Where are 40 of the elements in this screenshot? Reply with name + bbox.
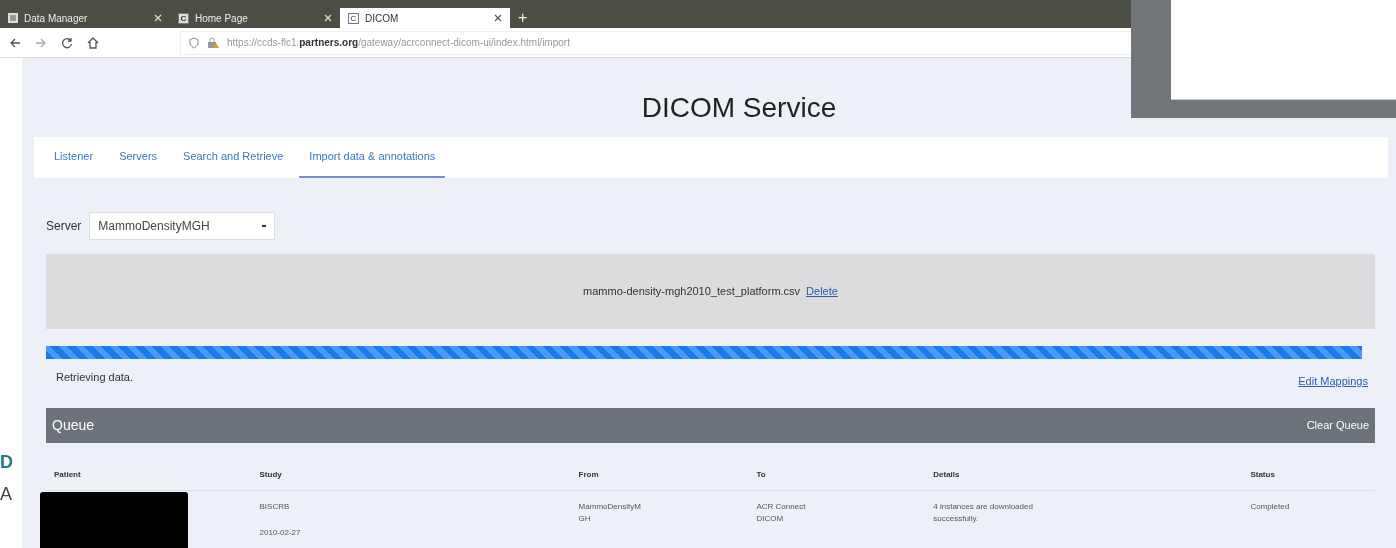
edit-mappings-link[interactable]: Edit Mappings	[1298, 373, 1368, 390]
table-cell-text: BISCRB	[259, 500, 291, 513]
column-header: Study	[259, 469, 283, 481]
browser-tab[interactable]: C Home Page	[170, 8, 340, 28]
server-label: Server	[46, 218, 82, 235]
reload-icon[interactable]	[60, 35, 74, 50]
queue-title: Queue	[52, 415, 95, 435]
table-cell-text: MammoDensityM GH	[578, 500, 642, 525]
server-select[interactable]: MammoDensityMGH	[89, 212, 276, 240]
column-header: From	[578, 469, 600, 481]
clear-queue-button[interactable]: Clear Queue	[1306, 416, 1369, 434]
file-name: mammo-density-mgh2010_test_platform.csv	[583, 284, 801, 300]
favicon-letter: C	[178, 12, 189, 24]
table-cell-text: ACR Connect DICOM	[756, 500, 807, 525]
home-icon[interactable]	[86, 35, 100, 50]
shield-icon	[189, 36, 199, 49]
cut-text: A	[0, 484, 13, 504]
browser-tab[interactable]: Data Manager	[0, 8, 170, 28]
table-cell-text: Completed	[1250, 500, 1291, 513]
table-cell-text: 4 instances are downloaded successfully.	[933, 500, 1034, 525]
column-header: Status	[1250, 469, 1276, 481]
new-tab-button[interactable]: +	[510, 8, 536, 28]
delete-link[interactable]: Delete	[806, 283, 838, 300]
nav-tab[interactable]: Servers	[109, 137, 168, 178]
nav-tab[interactable]: Listener	[44, 137, 104, 178]
cut-text: D	[0, 452, 13, 472]
nav-tab[interactable]: Search and Retrieve	[173, 137, 294, 178]
table-cell-text: 2010-02-27	[259, 526, 302, 539]
column-header: Patient	[54, 469, 82, 481]
url-text: https://ccds-flc1.partners.org/gateway/acrconnect-dicom-ui/index.html/import	[227, 36, 570, 50]
column-header: Details	[933, 469, 961, 481]
browser-tab[interactable]: C DICOM	[340, 8, 510, 28]
favicon-letter: C	[348, 12, 359, 24]
page-title: DICOM Service	[641, 91, 837, 125]
lock-warning-icon	[207, 36, 219, 49]
column-header: To	[756, 469, 767, 481]
favicon-icon	[8, 13, 18, 23]
close-icon[interactable]	[494, 14, 502, 22]
nav-tab[interactable]: Import data & annotations	[299, 137, 446, 178]
status-text: Retrieving data.	[56, 370, 134, 385]
